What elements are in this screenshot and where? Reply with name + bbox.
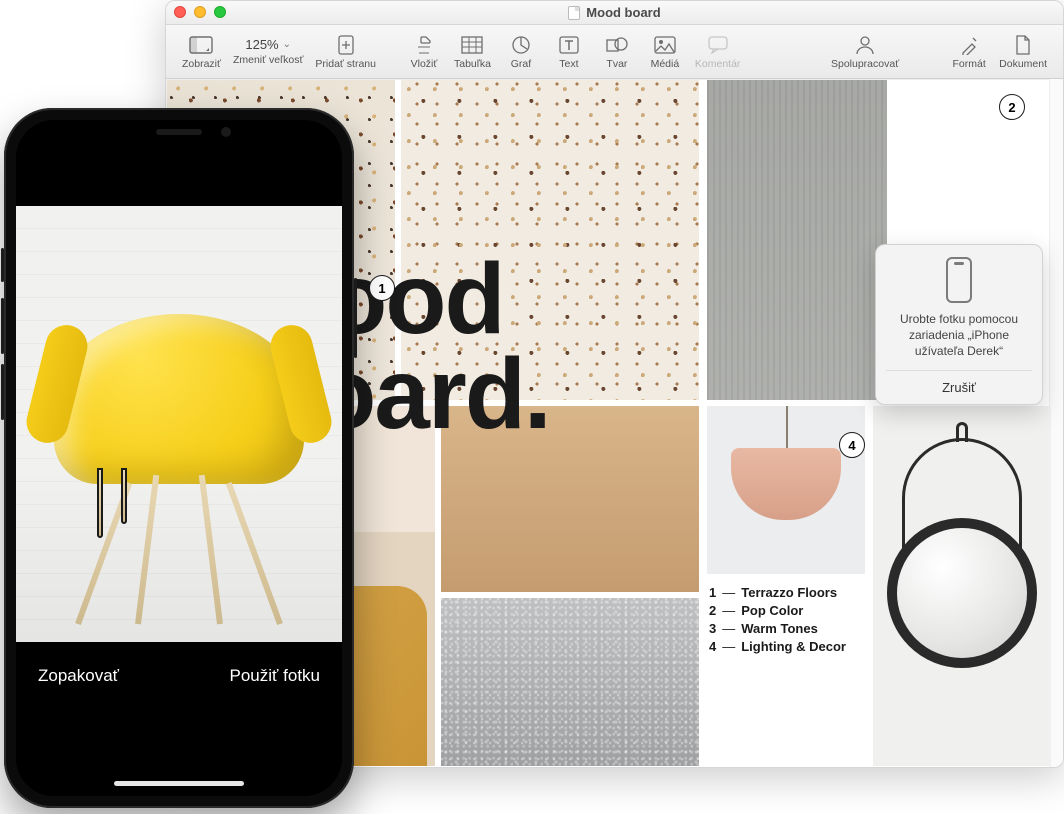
document-icon bbox=[1011, 34, 1035, 56]
window-controls bbox=[174, 6, 226, 18]
camera-bottom-bar: Zopakovať Použiť fotku bbox=[16, 642, 342, 796]
legend-item: 3—Warm Tones bbox=[709, 621, 846, 636]
shape-button[interactable]: Tvar bbox=[593, 32, 641, 72]
home-indicator[interactable] bbox=[114, 781, 244, 786]
text-icon bbox=[557, 34, 581, 56]
callout-badge[interactable]: 4 bbox=[839, 432, 865, 458]
media-icon bbox=[653, 34, 677, 56]
window-title: Mood board bbox=[586, 5, 660, 20]
iphone-icon bbox=[946, 257, 972, 303]
moodboard-image[interactable] bbox=[441, 598, 699, 766]
add-page-icon bbox=[334, 34, 358, 56]
titlebar: Mood board bbox=[166, 1, 1063, 25]
zoom-select[interactable]: 125%⌄ Zmeniť veľkosť bbox=[227, 35, 309, 68]
legend-item: 1—Terrazzo Floors bbox=[709, 585, 846, 600]
popover-message: Urobte fotku pomocou zariadenia „iPhone … bbox=[886, 311, 1032, 360]
iphone-screen: Zopakovať Použiť fotku bbox=[16, 120, 342, 796]
callout-badge[interactable]: 2 bbox=[999, 94, 1025, 120]
document-button[interactable]: Dokument bbox=[993, 32, 1053, 72]
collaborate-icon bbox=[853, 34, 877, 56]
moodboard-image[interactable] bbox=[707, 406, 865, 574]
shape-icon bbox=[605, 34, 629, 56]
table-icon bbox=[460, 34, 484, 56]
insert-button[interactable]: Vložiť bbox=[400, 32, 448, 72]
cancel-button[interactable]: Zrušiť bbox=[886, 370, 1032, 404]
collaborate-button[interactable]: Spolupracovať bbox=[825, 32, 905, 72]
photo-subject bbox=[54, 314, 304, 614]
camera-preview[interactable] bbox=[16, 206, 342, 642]
callout-badge[interactable]: 1 bbox=[369, 275, 395, 301]
media-button[interactable]: Médiá bbox=[641, 32, 689, 72]
legend-item: 4—Lighting & Decor bbox=[709, 639, 846, 654]
text-button[interactable]: Text bbox=[545, 32, 593, 72]
table-button[interactable]: Tabuľka bbox=[448, 32, 497, 72]
format-button[interactable]: Formát bbox=[945, 32, 993, 72]
moodboard-image[interactable] bbox=[873, 406, 1051, 766]
insert-icon bbox=[412, 34, 436, 56]
view-button[interactable]: Zobraziť bbox=[176, 32, 227, 72]
comment-button: Komentár bbox=[689, 32, 747, 72]
format-icon bbox=[957, 34, 981, 56]
use-photo-button[interactable]: Použiť fotku bbox=[230, 666, 320, 686]
zoom-window-button[interactable] bbox=[214, 6, 226, 18]
chart-button[interactable]: Graf bbox=[497, 32, 545, 72]
legend-item: 2—Pop Color bbox=[709, 603, 846, 618]
notch bbox=[99, 120, 259, 148]
add-page-button[interactable]: Pridať stranu bbox=[309, 32, 382, 72]
toolbar: Zobraziť 125%⌄ Zmeniť veľkosť Pridať str… bbox=[166, 25, 1063, 79]
minimize-window-button[interactable] bbox=[194, 6, 206, 18]
iphone-device: Zopakovať Použiť fotku bbox=[4, 108, 354, 808]
legend[interactable]: 1—Terrazzo Floors 2—Pop Color 3—Warm Ton… bbox=[709, 582, 846, 657]
document-icon bbox=[568, 6, 580, 20]
moodboard-image[interactable] bbox=[707, 80, 887, 400]
chevron-down-icon: ⌄ bbox=[283, 39, 291, 50]
view-icon bbox=[189, 34, 213, 56]
chart-icon bbox=[509, 34, 533, 56]
retake-button[interactable]: Zopakovať bbox=[38, 666, 119, 686]
comment-icon bbox=[706, 34, 730, 56]
continuity-camera-popover: Urobte fotku pomocou zariadenia „iPhone … bbox=[875, 244, 1043, 405]
close-window-button[interactable] bbox=[174, 6, 186, 18]
